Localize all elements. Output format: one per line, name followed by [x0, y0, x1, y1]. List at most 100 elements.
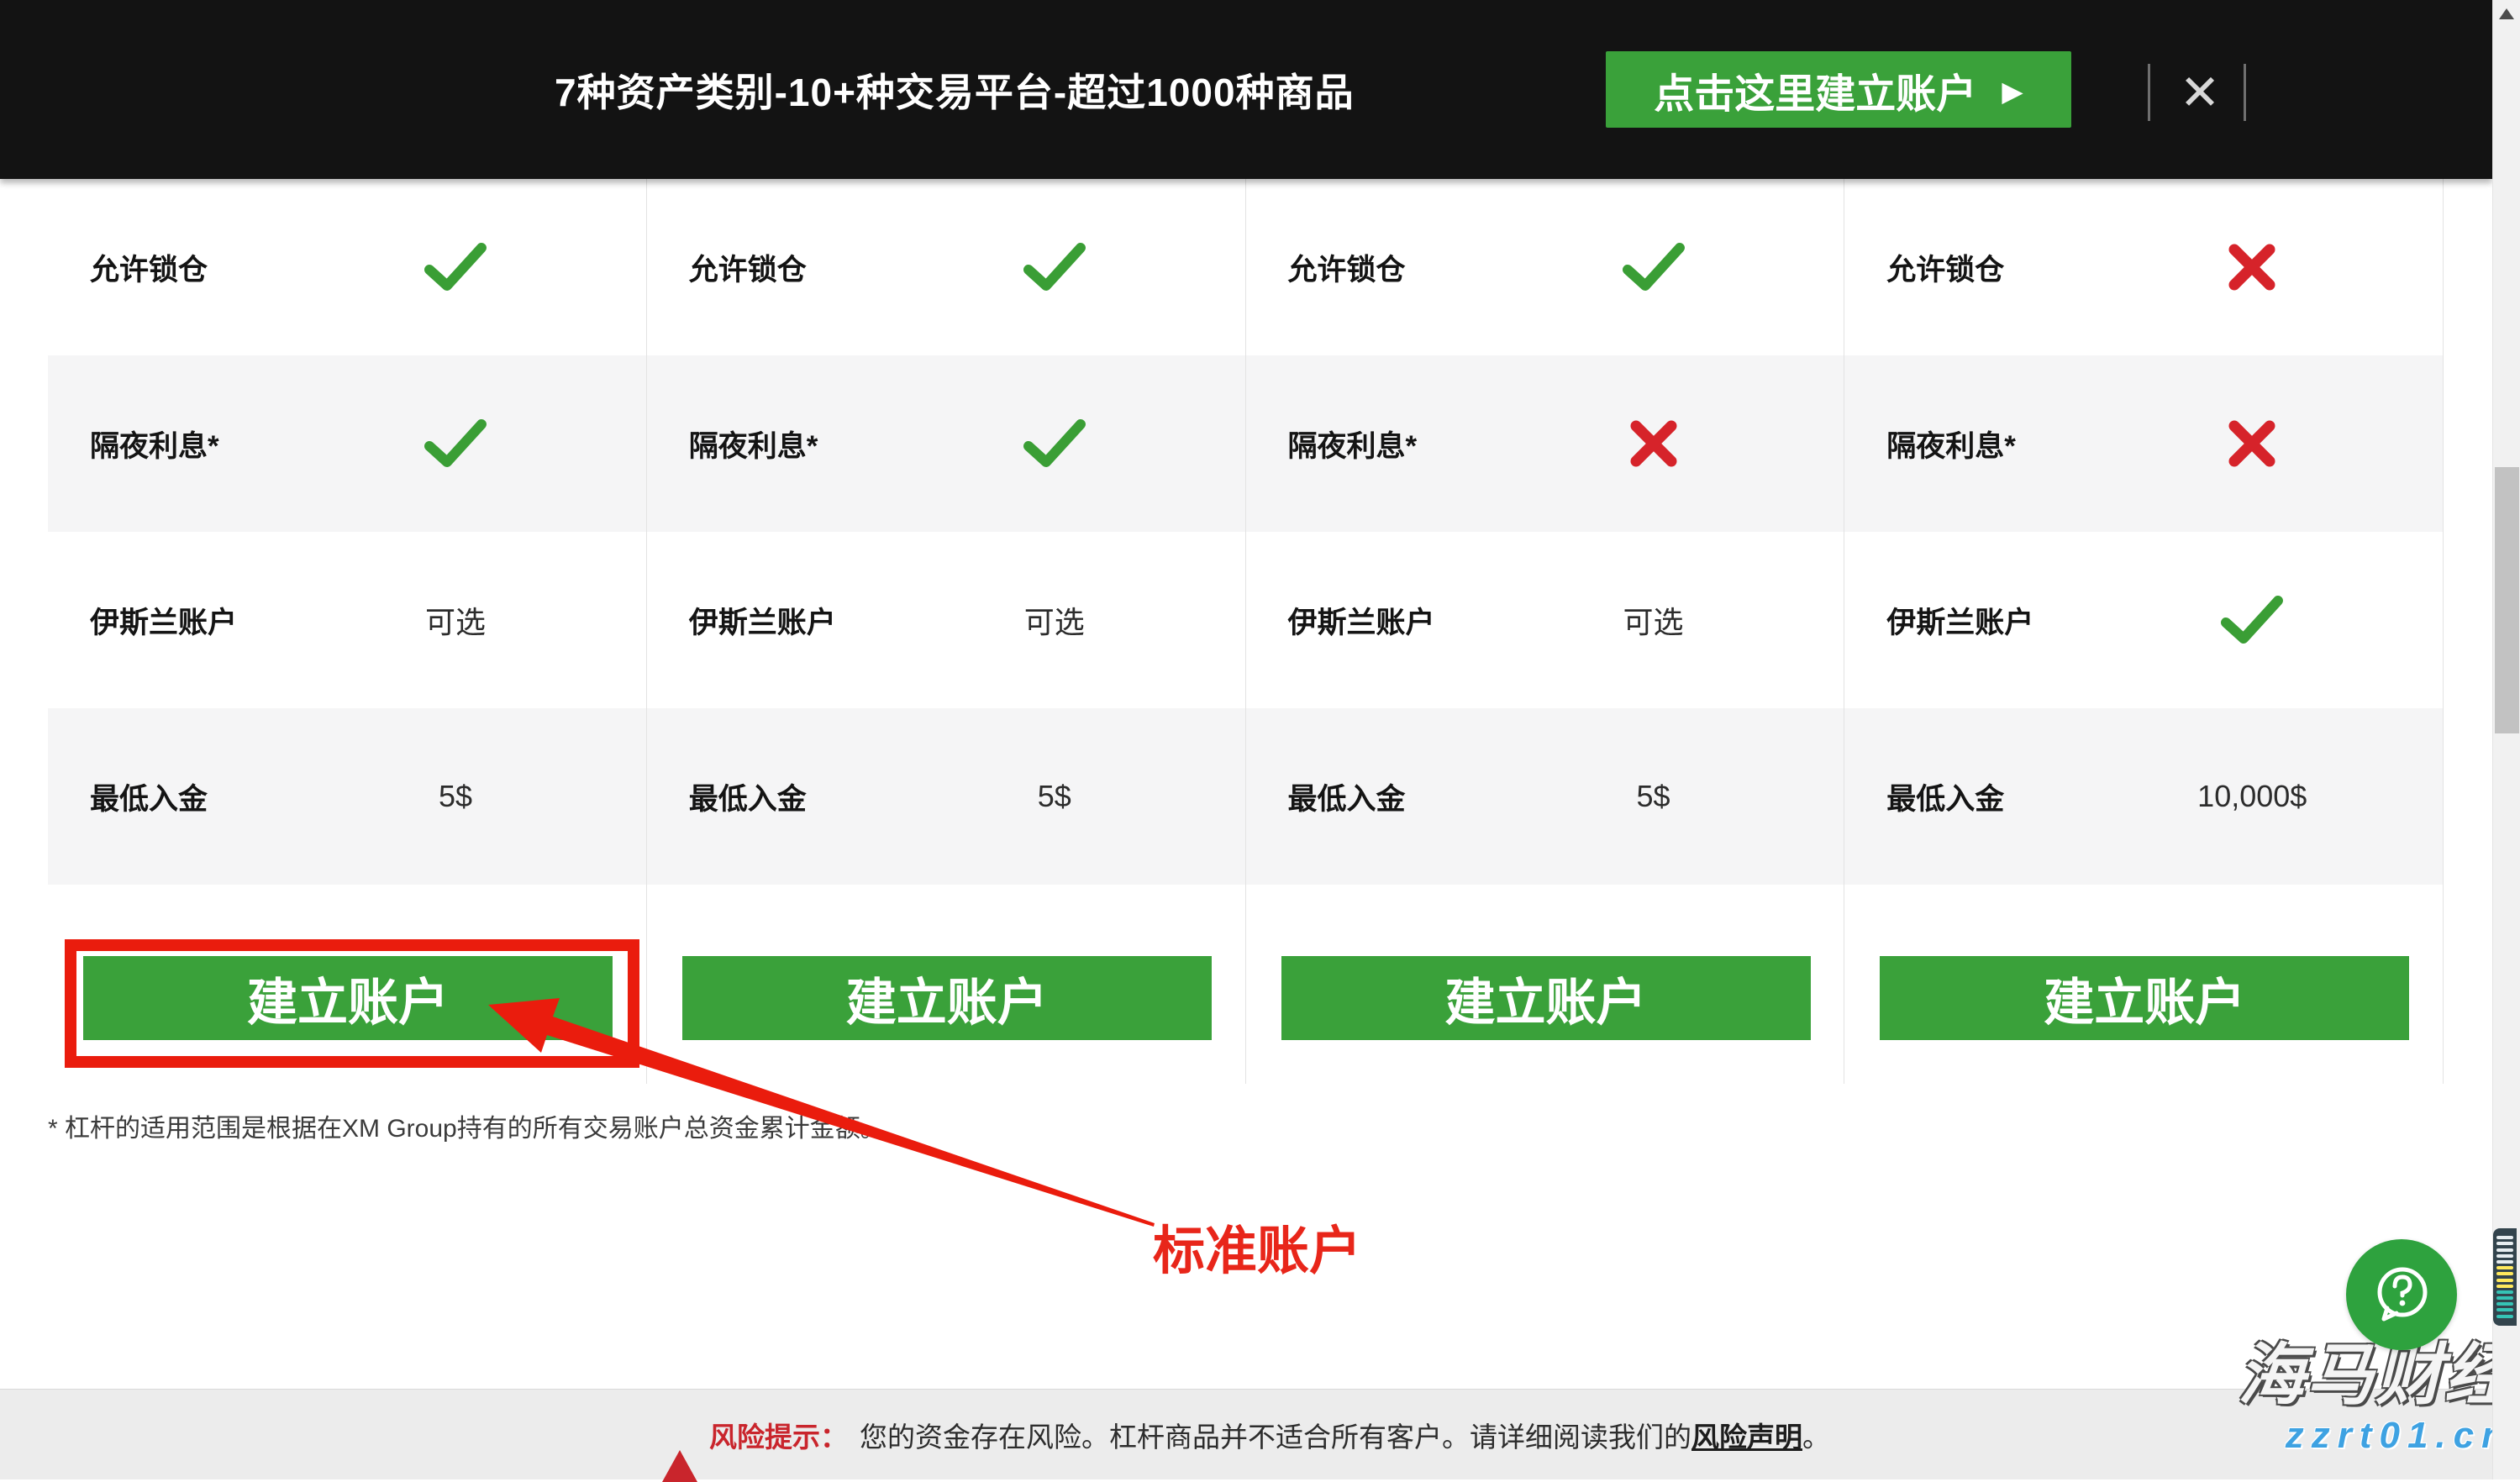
minimap-stripe [2496, 1308, 2513, 1311]
check-icon [424, 243, 487, 292]
row-value [1523, 419, 1784, 468]
table-row: 最低入金 5$ [647, 708, 1245, 885]
table-row: 伊斯兰账户 可选 [647, 532, 1245, 708]
minimap-stripe [2496, 1272, 2513, 1275]
check-icon [1023, 243, 1086, 292]
button-row: 建立账户 [647, 885, 1245, 1084]
row-value [325, 243, 586, 292]
row-label: 最低入金 [1886, 775, 2122, 818]
risk-statement-link[interactable]: 风险声明 [1691, 1422, 1802, 1453]
table-row: 允许锁仓 [1246, 179, 1844, 355]
help-chat-button[interactable] [2346, 1239, 2457, 1350]
minimap-stripe [2496, 1260, 2513, 1264]
check-icon [424, 419, 487, 468]
annotation-label: 标准账户 [1153, 1208, 1361, 1284]
minimap-stripe [2496, 1236, 2513, 1239]
risk-body: 您的资金存在风险。杠杆商品并不适合所有客户。请详细阅读我们的风险声明。 [860, 1415, 1830, 1455]
minimap-stripe [2496, 1285, 2513, 1288]
question-bubble-icon [2369, 1262, 2434, 1327]
minimap-stripe [2496, 1296, 2513, 1300]
banner-cta-label: 点击这里建立账户 [1654, 60, 1976, 119]
table-row: 隔夜利息* [1844, 355, 2443, 532]
close-banner-button[interactable]: ✕ [2163, 59, 2237, 126]
table-row: 最低入金 5$ [48, 708, 646, 885]
check-icon [1023, 419, 1086, 468]
row-label: 隔夜利息* [90, 423, 325, 465]
row-value: 5$ [924, 779, 1185, 814]
row-label: 隔夜利息* [689, 423, 924, 465]
banner-headline: 7种资产类别-10+种交易平台-超过1000种商品 [555, 62, 1355, 118]
row-value: 5$ [325, 779, 586, 814]
row-value [325, 419, 586, 468]
row-label: 最低入金 [689, 775, 924, 818]
minimap-stripe [2496, 1254, 2513, 1258]
row-value [2122, 419, 2382, 468]
button-row: 建立账户 [1246, 885, 1844, 1084]
row-value [924, 243, 1185, 292]
risk-title: 风险提示： [709, 1415, 848, 1455]
row-label: 最低入金 [90, 775, 325, 818]
row-value [2122, 243, 2382, 292]
table-row: 隔夜利息* [1246, 355, 1844, 532]
row-label: 允许锁仓 [1288, 246, 1523, 289]
scrollbar-thumb[interactable] [2495, 467, 2519, 733]
row-value: 5$ [1523, 779, 1784, 814]
row-label: 伊斯兰账户 [90, 599, 325, 642]
row-value [1523, 243, 1784, 292]
cross-icon [1629, 419, 1678, 468]
row-label: 伊斯兰账户 [1288, 599, 1523, 642]
table-row: 伊斯兰账户 [1844, 532, 2443, 708]
button-row: 建立账户 [1844, 885, 2443, 1084]
create-account-button-standard[interactable]: 建立账户 [83, 956, 613, 1040]
table-row: 隔夜利息* [647, 355, 1245, 532]
create-account-button-4[interactable]: 建立账户 [1880, 956, 2409, 1040]
minimap-stripe [2496, 1315, 2513, 1318]
divider [2148, 64, 2150, 121]
row-label: 伊斯兰账户 [689, 599, 924, 642]
account-column-4: 允许锁仓 隔夜利息* 伊斯兰账户 最低入金 10,000$ 建立账户 [1844, 179, 2444, 1084]
check-icon [1623, 243, 1685, 292]
risk-disclaimer-bar: ! 风险提示： 您的资金存在风险。杠杆商品并不适合所有客户。请详细阅读我们的风险… [0, 1389, 2492, 1479]
account-column-3: 允许锁仓 隔夜利息* 伊斯兰账户 可选 最低入金 5$ 建立账户 [1246, 179, 1845, 1084]
close-icon: ✕ [2180, 64, 2221, 121]
divider [2244, 64, 2246, 121]
row-value [924, 419, 1185, 468]
row-label: 最低入金 [1288, 775, 1523, 818]
button-row: 建立账户 [48, 885, 646, 1084]
watermark-domain: zzrt01.cn [2286, 1415, 2512, 1457]
top-banner: 7种资产类别-10+种交易平台-超过1000种商品 点击这里建立账户 ▶ ✕ [0, 0, 2492, 179]
table-row: 伊斯兰账户 可选 [48, 532, 646, 708]
scrollbar-up-arrow-icon[interactable] [2499, 8, 2514, 19]
account-column-standard: 允许锁仓 隔夜利息* 伊斯兰账户 可选 最低入金 5$ 建立账户 [48, 179, 647, 1084]
scroll-minimap-widget[interactable] [2493, 1228, 2517, 1326]
create-account-button-2[interactable]: 建立账户 [682, 956, 1212, 1040]
minimap-stripe [2496, 1279, 2513, 1282]
table-row: 最低入金 5$ [1246, 708, 1844, 885]
leverage-footnote: * 杠杆的适用范围是根据在XM Group持有的所有交易账户总资金累计金额。 [48, 1107, 886, 1144]
row-value: 可选 [325, 598, 586, 642]
table-row: 隔夜利息* [48, 355, 646, 532]
minimap-stripe [2496, 1290, 2513, 1294]
cross-icon [2228, 419, 2276, 468]
banner-create-account-button[interactable]: 点击这里建立账户 ▶ [1606, 51, 2071, 128]
minimap-stripe [2496, 1302, 2513, 1306]
row-label: 允许锁仓 [689, 246, 924, 289]
table-row: 允许锁仓 [48, 179, 646, 355]
check-icon [2221, 596, 2283, 644]
account-column-2: 允许锁仓 隔夜利息* 伊斯兰账户 可选 最低入金 5$ 建立账户 [647, 179, 1246, 1084]
row-label: 允许锁仓 [1886, 246, 2122, 289]
cross-icon [2228, 243, 2276, 292]
account-comparison-table: 允许锁仓 隔夜利息* 伊斯兰账户 可选 最低入金 5$ 建立账户 允许锁仓 隔夜… [48, 179, 2444, 1084]
table-row: 最低入金 10,000$ [1844, 708, 2443, 885]
row-label: 隔夜利息* [1886, 423, 2122, 465]
minimap-stripe [2496, 1248, 2513, 1252]
table-row: 伊斯兰账户 可选 [1246, 532, 1844, 708]
minimap-stripe [2496, 1242, 2513, 1245]
create-account-button-3[interactable]: 建立账户 [1281, 956, 1811, 1040]
warning-icon: ! [662, 1419, 697, 1451]
row-value [2122, 596, 2382, 644]
minimap-stripe [2496, 1266, 2513, 1269]
row-value: 可选 [1523, 598, 1784, 642]
table-row: 允许锁仓 [1844, 179, 2443, 355]
row-label: 允许锁仓 [90, 246, 325, 289]
